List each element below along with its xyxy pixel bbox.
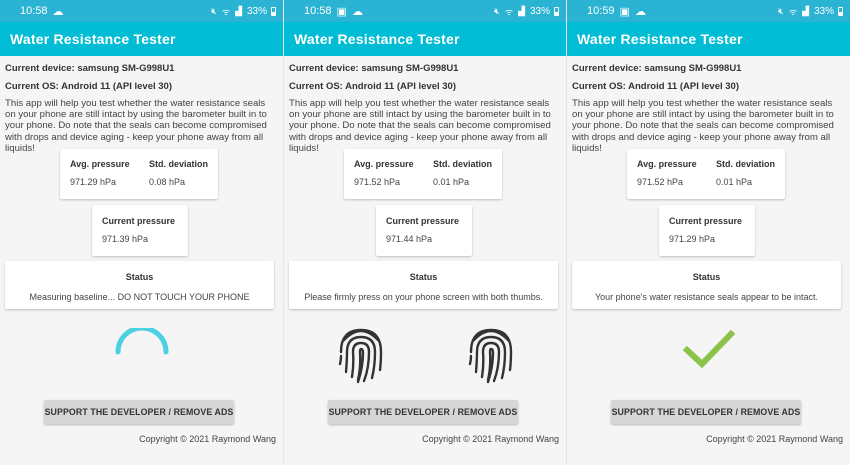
indicator-area — [567, 318, 850, 388]
battery-percent: 33% — [246, 5, 267, 17]
app-bar: Water Resistance Tester — [0, 22, 283, 56]
battery-percent: 33% — [813, 5, 834, 17]
status-card: Status Measuring baseline... DO NOT TOUC… — [5, 261, 274, 309]
current-pressure-card: Current pressure 971.29 hPa — [659, 205, 755, 256]
std-deviation-label: Std. deviation — [149, 159, 209, 169]
support-developer-button[interactable]: SUPPORT THE DEVELOPER / REMOVE ADS — [328, 400, 518, 424]
status-bar: 10:59 ▣ ☁ 🔇︎ ᯤ ▟ 33% — [567, 0, 850, 22]
stats-card: Avg. pressure 971.29 hPa Std. deviation … — [60, 149, 218, 199]
app-title: Water Resistance Tester — [10, 31, 176, 47]
current-pressure-card: Current pressure 971.39 hPa — [92, 205, 188, 256]
screens-row: 10:58 ☁ 🔇︎ ᯤ ▟ 33% Water Resistance Test… — [0, 0, 850, 465]
mute-icon: 🔇︎ — [211, 5, 218, 16]
current-pressure-value: 971.44 hPa — [386, 234, 433, 244]
os-info: Current OS: Android 11 (API level 30) — [572, 81, 739, 92]
avg-pressure-label: Avg. pressure — [354, 159, 414, 169]
status-text: Measuring baseline... DO NOT TOUCH YOUR … — [29, 292, 250, 302]
std-deviation-label: Std. deviation — [716, 159, 776, 169]
app-bar: Water Resistance Tester — [284, 22, 566, 56]
current-pressure-label: Current pressure — [102, 216, 176, 226]
app-description: This app will help you test whether the … — [289, 98, 551, 154]
copyright: Copyright © 2021 Raymond Wang — [706, 434, 843, 444]
status-label: Status — [125, 272, 154, 282]
indicator-area — [0, 318, 283, 388]
signal-icon: ▟ — [802, 5, 810, 16]
cloud-icon: ☁ — [52, 5, 64, 18]
fingerprint-left-icon[interactable] — [336, 322, 386, 384]
stats-card: Avg. pressure 971.52 hPa Std. deviation … — [344, 149, 502, 199]
status-bar: 10:58 ☁ 🔇︎ ᯤ ▟ 33% — [0, 0, 283, 22]
avg-pressure-value: 971.52 hPa — [637, 177, 684, 187]
status-card: Status Please firmly press on your phone… — [289, 261, 558, 309]
mute-icon: 🔇︎ — [778, 5, 785, 16]
screen-press: 10:58 ▣ ☁ 🔇︎ ᯤ ▟ 33% Water Resistance Te… — [283, 0, 566, 465]
status-bar: 10:58 ▣ ☁ 🔇︎ ᯤ ▟ 33% — [284, 0, 566, 22]
current-pressure-label: Current pressure — [669, 216, 743, 226]
status-card: Status Your phone's water resistance sea… — [572, 261, 841, 309]
app-title: Water Resistance Tester — [294, 31, 460, 47]
device-info: Current device: samsung SM-G998U1 — [572, 63, 742, 74]
battery-icon — [838, 6, 843, 16]
std-deviation-value: 0.01 hPa — [716, 177, 753, 187]
os-info: Current OS: Android 11 (API level 30) — [5, 81, 172, 92]
status-label: Status — [409, 272, 438, 282]
std-deviation-value: 0.08 hPa — [149, 177, 186, 187]
loading-spinner-icon — [115, 328, 169, 355]
image-icon: ▣ — [336, 5, 347, 18]
signal-icon: ▟ — [518, 5, 526, 16]
copyright: Copyright © 2021 Raymond Wang — [422, 434, 559, 444]
copyright: Copyright © 2021 Raymond Wang — [139, 434, 276, 444]
device-info: Current device: samsung SM-G998U1 — [289, 63, 459, 74]
cloud-icon: ☁ — [634, 5, 646, 18]
os-info: Current OS: Android 11 (API level 30) — [289, 81, 456, 92]
mute-icon: 🔇︎ — [494, 5, 501, 16]
stats-card: Avg. pressure 971.52 hPa Std. deviation … — [627, 149, 785, 199]
std-deviation-label: Std. deviation — [433, 159, 493, 169]
support-developer-button[interactable]: SUPPORT THE DEVELOPER / REMOVE ADS — [44, 400, 234, 424]
screen-measuring: 10:58 ☁ 🔇︎ ᯤ ▟ 33% Water Resistance Test… — [0, 0, 283, 465]
clock: 10:58 — [304, 5, 332, 17]
support-developer-button[interactable]: SUPPORT THE DEVELOPER / REMOVE ADS — [611, 400, 801, 424]
wifi-icon: ᯤ — [788, 6, 799, 17]
battery-percent: 33% — [529, 5, 550, 17]
fingerprint-right-icon[interactable] — [466, 322, 516, 384]
std-deviation-value: 0.01 hPa — [433, 177, 470, 187]
wifi-icon: ᯤ — [504, 6, 515, 17]
avg-pressure-label: Avg. pressure — [70, 159, 130, 169]
image-icon: ▣ — [619, 5, 630, 18]
status-label: Status — [692, 272, 721, 282]
app-description: This app will help you test whether the … — [572, 98, 834, 154]
avg-pressure-value: 971.52 hPa — [354, 177, 401, 187]
checkmark-icon — [682, 329, 736, 369]
clock: 10:58 — [20, 5, 48, 17]
status-text: Your phone's water resistance seals appe… — [594, 292, 819, 302]
current-pressure-label: Current pressure — [386, 216, 460, 226]
battery-icon — [271, 6, 276, 16]
app-description: This app will help you test whether the … — [5, 98, 267, 154]
app-title: Water Resistance Tester — [577, 31, 743, 47]
current-pressure-value: 971.29 hPa — [669, 234, 716, 244]
avg-pressure-label: Avg. pressure — [637, 159, 697, 169]
signal-icon: ▟ — [235, 5, 243, 16]
avg-pressure-value: 971.29 hPa — [70, 177, 117, 187]
clock: 10:59 — [587, 5, 615, 17]
status-text: Please firmly press on your phone screen… — [304, 292, 543, 302]
app-bar: Water Resistance Tester — [567, 22, 850, 56]
device-info: Current device: samsung SM-G998U1 — [5, 63, 175, 74]
screen-result: 10:59 ▣ ☁ 🔇︎ ᯤ ▟ 33% Water Resistance Te… — [566, 0, 850, 465]
wifi-icon: ᯤ — [221, 6, 232, 17]
current-pressure-card: Current pressure 971.44 hPa — [376, 205, 472, 256]
cloud-icon: ☁ — [351, 5, 363, 18]
battery-icon — [554, 6, 559, 16]
current-pressure-value: 971.39 hPa — [102, 234, 149, 244]
indicator-area — [284, 318, 566, 388]
